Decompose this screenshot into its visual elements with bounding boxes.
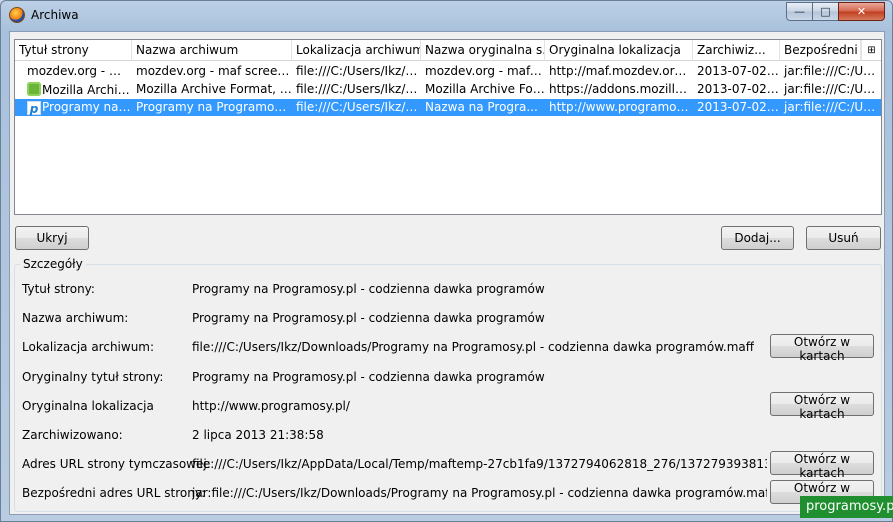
- table-cell: jar:file:///C:/User...: [784, 82, 881, 96]
- table-cell: Nazwa na Progra...: [425, 100, 538, 114]
- table-cell: p Programy na P...: [23, 99, 132, 116]
- open-archive-location-button[interactable]: Otwórz w kartach: [770, 334, 874, 363]
- table-cell: file:///C:/Users/Ikz/D...: [296, 82, 421, 96]
- puzzle-icon: [27, 82, 41, 96]
- detail-value-temp-url: file:///C:/Users/Ikz/AppData/Local/Temp/…: [192, 457, 767, 471]
- table-cell: file:///C:/Users/Ikz/D...: [296, 100, 421, 114]
- hide-button[interactable]: Ukryj: [15, 226, 89, 250]
- table-cell: mozdev.org - maf screens...: [136, 64, 292, 78]
- column-header-archive-location[interactable]: Lokalizacja archiwum: [292, 40, 421, 61]
- table-header: Tytuł strony Nazwa archiwum Lokalizacja …: [15, 40, 881, 61]
- table-row-selected[interactable]: p Programy na P... Programy na Programosy…: [15, 99, 881, 116]
- add-button[interactable]: Dodaj...: [721, 226, 794, 250]
- table-cell: jar:file:///C:/User...: [784, 64, 881, 78]
- detail-label-direct-url: Bezpośredni adres URL strony:: [22, 486, 206, 500]
- detail-label-original-location: Oryginalna lokalizacja: [22, 399, 154, 413]
- table-cell: Mozilla Archiv...: [23, 81, 132, 98]
- detail-value-original-location: http://www.programosy.pl/: [192, 399, 350, 413]
- detail-label-archive-location: Lokalizacja archiwum:: [22, 340, 155, 354]
- close-button[interactable]: ✕: [838, 2, 885, 21]
- archives-window: Archiwa — □ ✕ Tytuł strony Nazwa archiwu…: [0, 0, 893, 522]
- column-picker-icon[interactable]: ⊞: [861, 40, 881, 61]
- watermark-logo: programosy.pl: [800, 496, 893, 518]
- detail-label-archived: Zarchiwizowano:: [22, 428, 123, 442]
- details-legend: Szczegóły: [20, 257, 86, 271]
- table-cell: 2013-07-02....: [697, 100, 780, 114]
- table-cell: https://addons.mozilla.or...: [549, 82, 693, 96]
- table-cell: mozdev.org - maf: s...: [425, 64, 545, 78]
- column-header-original-name[interactable]: Nazwa oryginalna s...: [421, 40, 545, 61]
- table-cell: Mozilla Archive For...: [425, 82, 545, 96]
- firefox-icon: [9, 7, 25, 23]
- programosy-icon: p: [27, 101, 41, 116]
- column-header-direct-url[interactable]: Bezpośredni ...: [780, 40, 861, 61]
- dialog-body: Tytuł strony Nazwa archiwum Lokalizacja …: [9, 31, 885, 515]
- detail-label-page-title: Tytuł strony:: [22, 282, 95, 296]
- table-cell: http://maf.mozdev.org/s...: [549, 64, 693, 78]
- table-cell: 2013-07-02....: [697, 64, 780, 78]
- detail-value-archived: 2 lipca 2013 21:38:58: [192, 428, 324, 442]
- table-cell: http://www.programosy....: [549, 100, 693, 114]
- detail-value-archive-location: file:///C:/Users/Ikz/Downloads/Programy …: [192, 340, 755, 354]
- detail-label-temp-url: Adres URL strony tymczasowej:: [22, 457, 211, 471]
- detail-value-direct-url: jar:file:///C:/Users/Ikz/Downloads/Progr…: [192, 486, 767, 500]
- table-row[interactable]: mozdev.org - ma... mozdev.org - maf scre…: [15, 63, 881, 80]
- open-temp-url-button[interactable]: Otwórz w kartach: [770, 451, 874, 480]
- column-header-original-location[interactable]: Oryginalna lokalizacja: [545, 40, 693, 61]
- table-cell-text: Programy na P...: [42, 100, 132, 114]
- table-cell: jar:file:///C:/User...: [784, 100, 881, 114]
- detail-label-original-title: Oryginalny tytuł strony:: [22, 370, 164, 384]
- table-cell: Programy na Programosy.p...: [136, 100, 292, 114]
- table-cell: Mozilla Archive Format, wit...: [136, 82, 292, 96]
- detail-value-original-title: Programy na Programosy.pl - codzienna da…: [192, 370, 545, 384]
- window-title: Archiwa: [31, 8, 79, 22]
- column-header-page-title[interactable]: Tytuł strony: [15, 40, 132, 61]
- detail-label-archive-name: Nazwa archiwum:: [22, 311, 129, 325]
- detail-value-page-title: Programy na Programosy.pl - codzienna da…: [192, 282, 545, 296]
- column-header-archive-name[interactable]: Nazwa archiwum: [132, 40, 292, 61]
- column-header-archived[interactable]: Zarchiwiz...: [693, 40, 780, 61]
- maximize-button[interactable]: □: [812, 2, 839, 21]
- table-cell: 2013-07-02....: [697, 82, 780, 96]
- table-cell: file:///C:/Users/Ikz/D...: [296, 64, 421, 78]
- detail-value-archive-name: Programy na Programosy.pl - codzienna da…: [192, 311, 545, 325]
- remove-button[interactable]: Usuń: [806, 226, 881, 250]
- details-groupbox: [14, 264, 882, 512]
- minimize-button[interactable]: —: [786, 2, 813, 21]
- table-row[interactable]: Mozilla Archiv... Mozilla Archive Format…: [15, 81, 881, 98]
- table-cell-text: Mozilla Archiv...: [42, 83, 132, 97]
- table-cell: mozdev.org - ma...: [27, 64, 132, 78]
- open-original-location-button[interactable]: Otwórz w kartach: [770, 392, 874, 421]
- title-bar[interactable]: Archiwa — □ ✕: [1, 1, 892, 31]
- archives-table[interactable]: Tytuł strony Nazwa archiwum Lokalizacja …: [14, 39, 882, 215]
